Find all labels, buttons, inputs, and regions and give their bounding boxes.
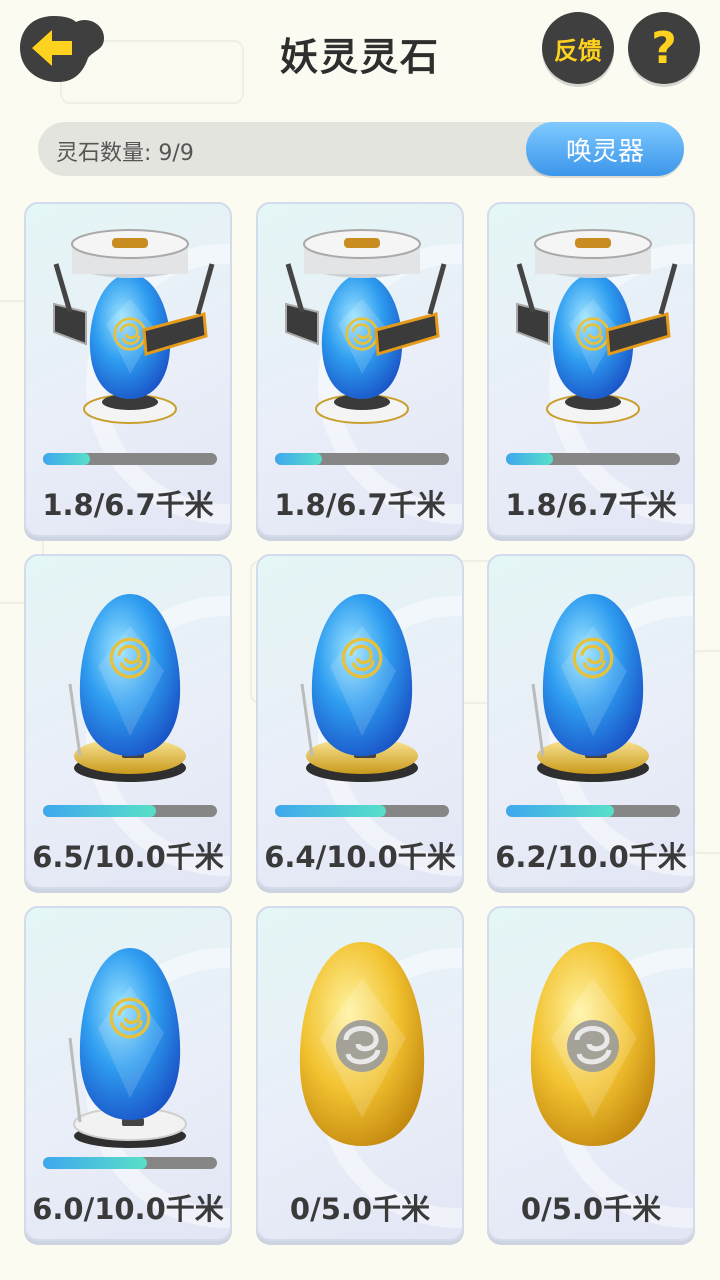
distance-label: 1.8/6.7千米 <box>505 488 677 522</box>
stone-card[interactable]: 1.8/6.7千米 <box>256 202 464 537</box>
stone-count-bar: 灵石数量: 9/9 唤灵器 <box>38 122 684 176</box>
feedback-button[interactable]: 反馈 <box>542 12 614 84</box>
distance-label: 0/5.0千米 <box>289 1192 431 1226</box>
distance-label: 1.8/6.7千米 <box>274 488 446 522</box>
stone-card[interactable]: 1.8/6.7千米 <box>24 202 232 537</box>
stone-card[interactable]: 6.0/10.0千米 <box>24 906 232 1241</box>
stone-card[interactable]: 0/5.0千米 <box>487 906 695 1241</box>
distance-progress-bar <box>275 805 449 817</box>
stone-card[interactable]: 6.5/10.0千米 <box>24 554 232 889</box>
help-button[interactable]: ? <box>628 12 700 84</box>
incubating-blue-egg-icon <box>258 204 464 444</box>
distance-progress-fill <box>506 805 614 817</box>
distance-label: 6.0/10.0千米 <box>32 1192 224 1226</box>
distance-label: 0/5.0千米 <box>520 1192 662 1226</box>
stone-card[interactable]: 0/5.0千米 <box>256 906 464 1241</box>
distance-progress-bar <box>506 805 680 817</box>
blue-egg-gold-stand-icon <box>258 556 464 796</box>
distance-progress-bar <box>43 805 217 817</box>
distance-progress-fill <box>43 805 157 817</box>
stone-card[interactable]: 1.8/6.7千米 <box>487 202 695 537</box>
distance-progress-fill <box>43 453 90 465</box>
distance-label: 6.2/10.0千米 <box>495 840 687 874</box>
distance-label: 6.5/10.0千米 <box>32 840 224 874</box>
blue-egg-gold-stand-icon <box>489 556 695 796</box>
distance-progress-bar <box>43 1157 217 1169</box>
stone-grid: 1.8/6.7千米 1.8/6.7千米 1.8/6.7千米 6.5/10.0千米… <box>24 202 696 1247</box>
incubating-blue-egg-icon <box>26 204 232 444</box>
distance-progress-bar <box>506 453 680 465</box>
distance-progress-bar <box>275 453 449 465</box>
gold-egg-icon <box>489 908 695 1168</box>
gold-egg-icon <box>258 908 464 1168</box>
distance-progress-fill <box>506 453 553 465</box>
distance-label: 6.4/10.0千米 <box>264 840 456 874</box>
stone-count-label: 灵石数量: 9/9 <box>56 141 194 166</box>
blue-egg-white-stand-icon <box>26 908 232 1148</box>
incubating-blue-egg-icon <box>489 204 695 444</box>
distance-progress-bar <box>43 453 217 465</box>
stone-card[interactable]: 6.2/10.0千米 <box>487 554 695 889</box>
blue-egg-gold-stand-icon <box>26 556 232 796</box>
distance-progress-fill <box>275 805 387 817</box>
distance-progress-fill <box>275 453 322 465</box>
summon-device-button[interactable]: 唤灵器 <box>526 122 684 176</box>
distance-progress-fill <box>43 1157 148 1169</box>
stone-card[interactable]: 6.4/10.0千米 <box>256 554 464 889</box>
distance-label: 1.8/6.7千米 <box>42 488 214 522</box>
